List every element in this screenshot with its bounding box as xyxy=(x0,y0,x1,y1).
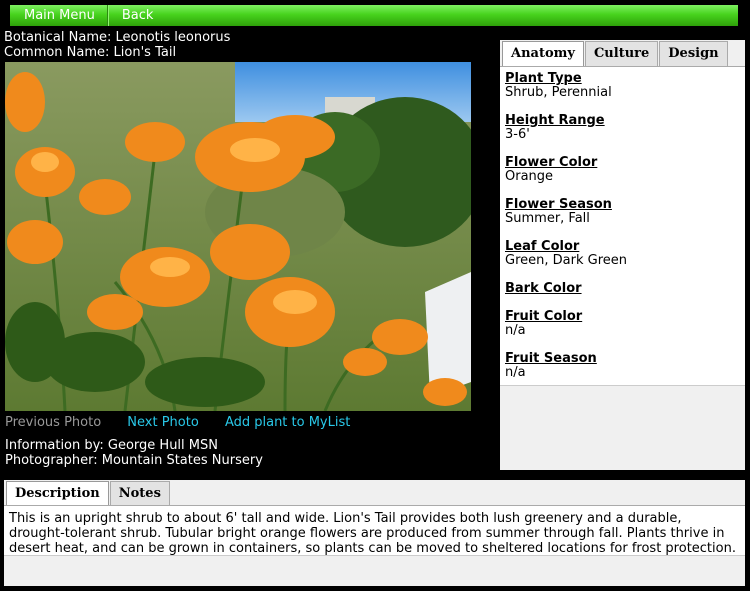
attr-value: 3-6' xyxy=(505,127,530,142)
photo-navigation: Previous Photo Next Photo Add plant to M… xyxy=(5,415,372,430)
next-photo-link[interactable]: Next Photo xyxy=(127,415,199,430)
attr-label: Flower Season xyxy=(505,197,612,212)
attr-label: Height Range xyxy=(505,113,605,128)
tab-anatomy[interactable]: Anatomy xyxy=(502,41,584,68)
attr-label: Flower Color xyxy=(505,155,598,170)
tab-design[interactable]: Design xyxy=(659,41,728,66)
attr-label: Bark Color xyxy=(505,281,582,296)
attr-value: n/a xyxy=(505,365,526,380)
attr-height-range: Height Range 3-6' xyxy=(505,114,605,142)
photographer: Photographer: Mountain States Nursery xyxy=(5,453,263,468)
tab-notes[interactable]: Notes xyxy=(109,481,170,506)
attr-leaf-color: Leaf Color Green, Dark Green xyxy=(505,240,627,268)
attr-label: Fruit Season xyxy=(505,351,597,366)
attr-label: Leaf Color xyxy=(505,239,580,254)
main-menu-link[interactable]: Main Menu xyxy=(10,5,107,26)
attr-value: Green, Dark Green xyxy=(505,253,627,268)
attr-flower-color: Flower Color Orange xyxy=(505,156,597,184)
botanical-name: Botanical Name: Leonotis leonorus xyxy=(4,30,231,45)
attr-value: Orange xyxy=(505,169,554,184)
photo-credits: Information by: George Hull MSN Photogra… xyxy=(5,438,263,468)
attr-fruit-season: Fruit Season n/a xyxy=(505,352,597,380)
add-to-mylist-link[interactable]: Add plant to MyList xyxy=(225,415,350,430)
attr-bark-color: Bark Color xyxy=(505,282,582,296)
common-name: Common Name: Lion's Tail xyxy=(4,45,177,60)
description-text: This is an upright shrub to about 6' tal… xyxy=(4,505,745,556)
anatomy-content: Plant Type Shrub, Perennial Height Range… xyxy=(500,66,745,386)
attr-value: Shrub, Perennial xyxy=(505,85,612,100)
menu-bar: Main Menu Back xyxy=(10,5,738,26)
attr-label: Plant Type xyxy=(505,71,582,86)
plant-names: Botanical Name: Leonotis leonorus Common… xyxy=(4,30,230,60)
info-by: Information by: George Hull MSN xyxy=(5,438,218,453)
attr-value: n/a xyxy=(505,323,526,338)
tab-culture[interactable]: Culture xyxy=(584,41,659,66)
attr-plant-type: Plant Type Shrub, Perennial xyxy=(505,72,612,100)
attr-fruit-color: Fruit Color n/a xyxy=(505,310,582,338)
tab-description[interactable]: Description xyxy=(6,481,109,508)
attr-flower-season: Flower Season Summer, Fall xyxy=(505,198,612,226)
plant-photo xyxy=(5,62,471,411)
previous-photo-link: Previous Photo xyxy=(5,415,102,430)
description-tabs: Description Notes xyxy=(6,481,171,508)
attribute-tabs: Anatomy Culture Design xyxy=(502,41,729,68)
attr-value: Summer, Fall xyxy=(505,211,590,226)
attr-label: Fruit Color xyxy=(505,309,583,324)
attributes-panel: Anatomy Culture Design Plant Type Shrub,… xyxy=(500,40,745,470)
top-menu: Main Menu Back xyxy=(0,0,750,30)
back-link[interactable]: Back xyxy=(108,5,166,26)
description-panel: Description Notes This is an upright shr… xyxy=(4,480,745,586)
